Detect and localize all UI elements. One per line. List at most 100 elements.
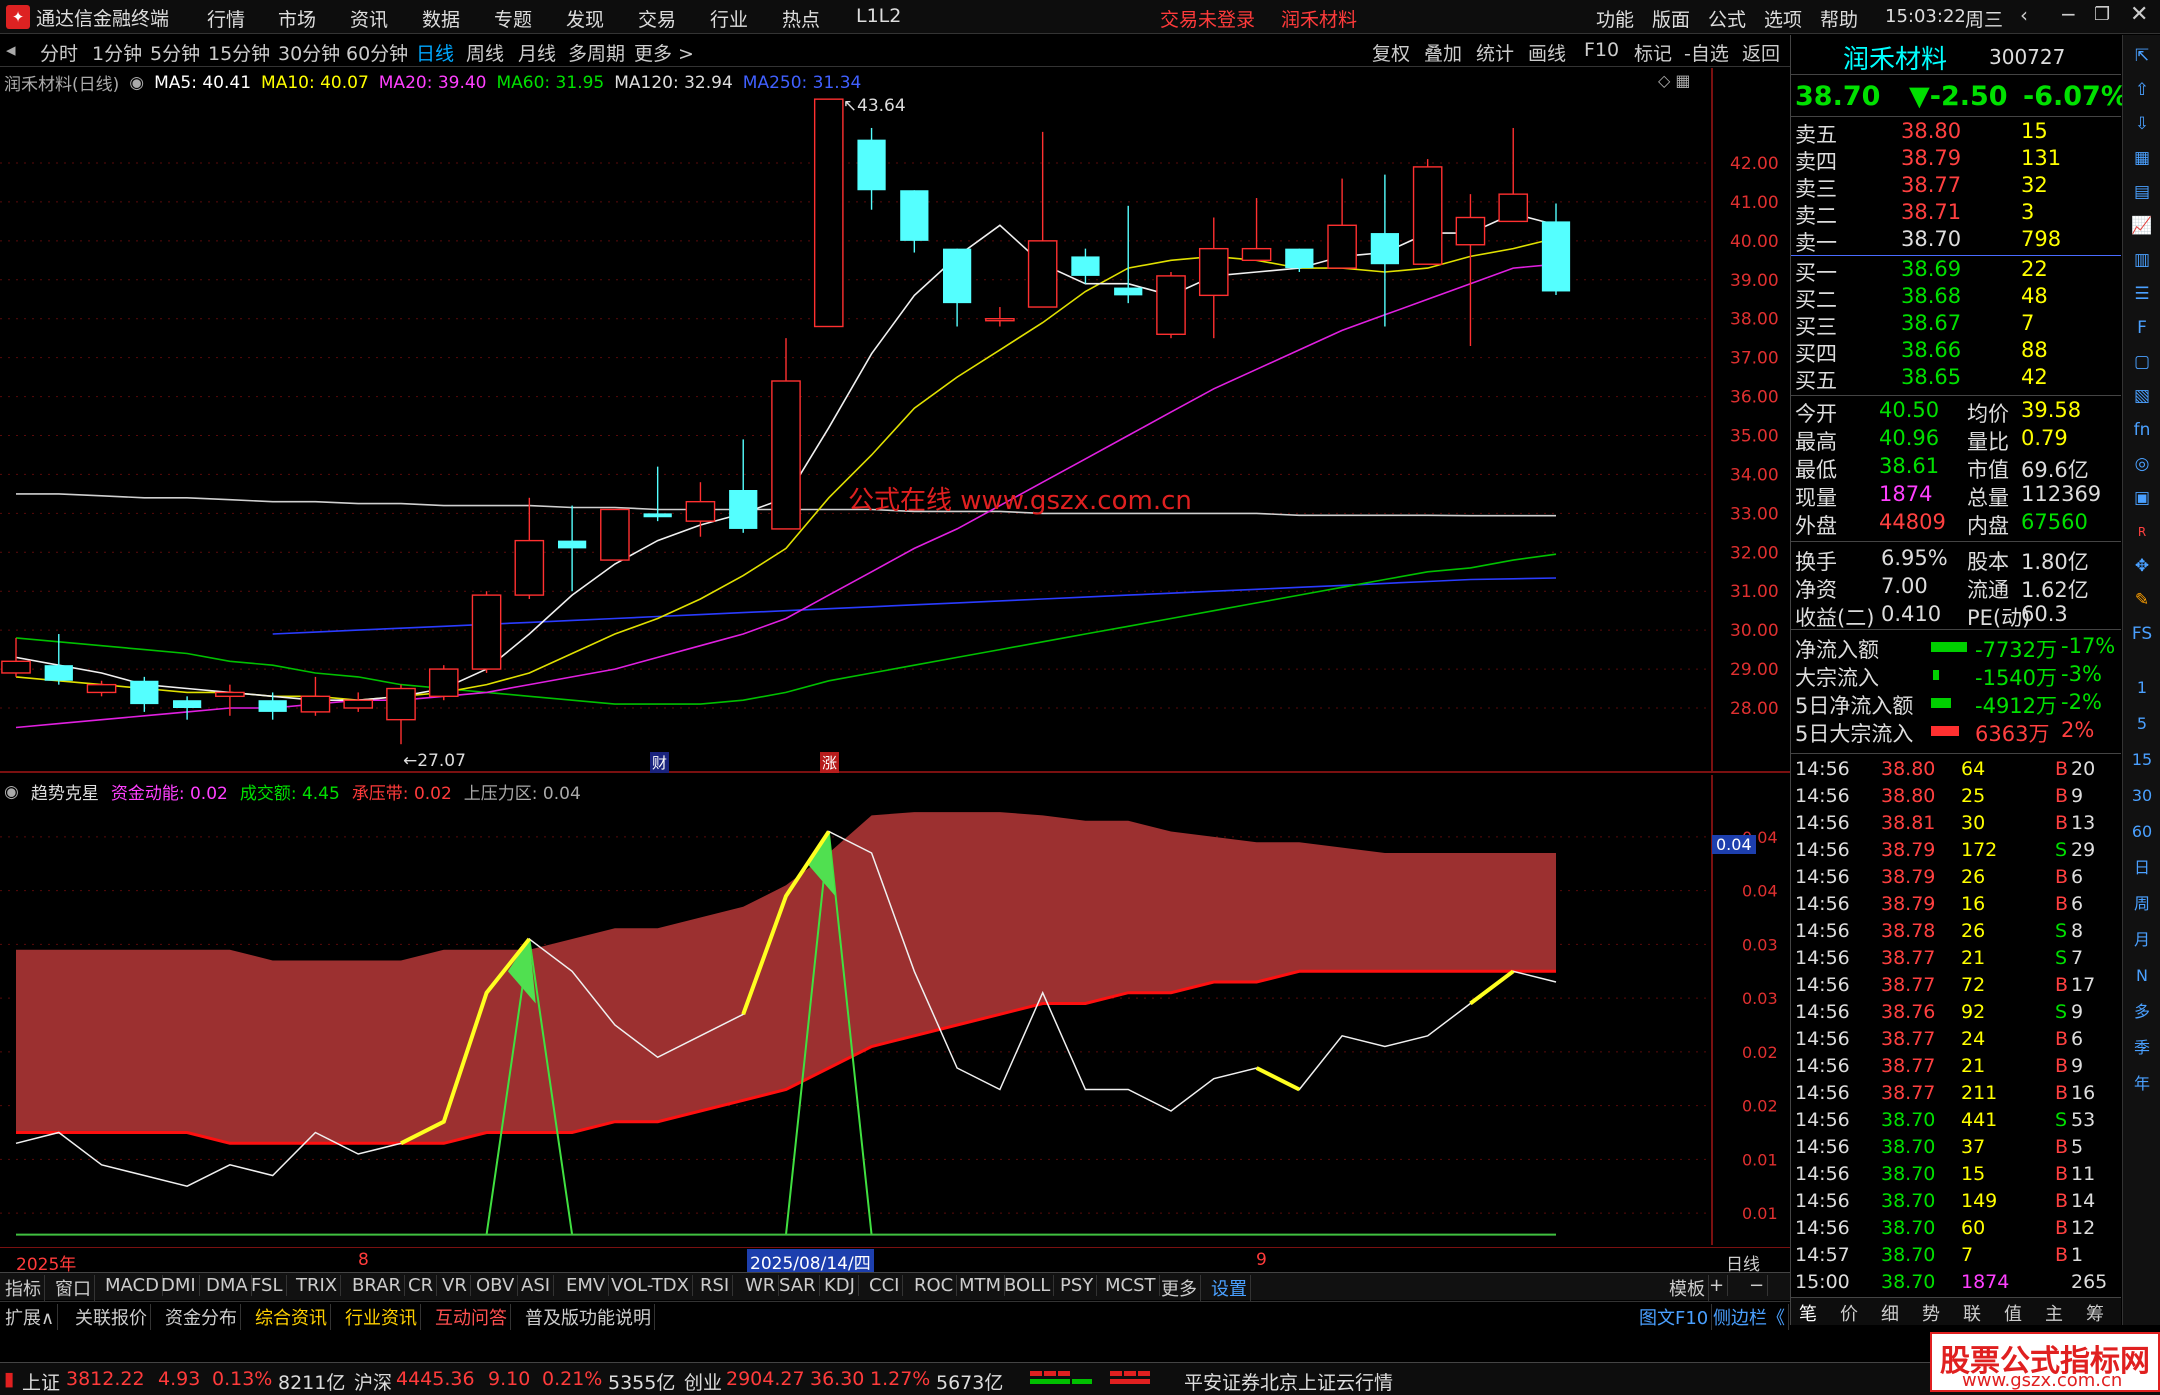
info-tab[interactable]: 扩展∧ <box>2 1304 59 1330</box>
btn-remove-watch[interactable]: -自选 <box>1684 39 1729 66</box>
period-weekly[interactable]: 周线 <box>466 39 504 66</box>
quote-tab[interactable]: 主 <box>2045 1300 2063 1326</box>
menu-l1l2[interactable]: L1L2 <box>856 5 901 27</box>
trade-login-status[interactable]: 交易未登录 <box>1160 5 1255 32</box>
quote-tab[interactable]: 价 <box>1840 1300 1858 1326</box>
indicator-tab[interactable]: TRIX <box>293 1275 342 1296</box>
collapse-icon[interactable]: ◂ <box>6 39 16 61</box>
candlestick-chart[interactable]: 42.00 41.00 40.00 39.00 38.00 37.00 36.00 35.00… <box>0 68 1790 773</box>
period-more[interactable]: 更多 > <box>634 39 694 66</box>
btn-adjust[interactable]: 复权 <box>1372 39 1410 66</box>
indicator-tab[interactable]: ASI <box>518 1275 555 1296</box>
indicator-tab[interactable]: EMV <box>563 1275 610 1296</box>
indicator-tab[interactable]: ROC <box>911 1275 958 1296</box>
menu-hot[interactable]: 热点 <box>782 5 820 32</box>
sidebar-period-5[interactable]: 日 <box>2129 855 2155 881</box>
sidebar-period-2[interactable]: 15 <box>2129 747 2155 773</box>
sidebar-period-3[interactable]: 30 <box>2129 783 2155 809</box>
period-1min[interactable]: 1分钟 <box>92 39 142 66</box>
candle-icon[interactable]: ▥ <box>2129 247 2155 273</box>
indicator-tab[interactable]: CR <box>405 1275 438 1296</box>
report-icon[interactable]: ▧ <box>2129 383 2155 409</box>
list-icon[interactable]: ☰ <box>2129 281 2155 307</box>
event-tag-finance[interactable]: 财 <box>650 752 670 773</box>
chart-icon[interactable]: 📈 <box>2129 213 2155 239</box>
indicator-tab[interactable]: 窗口 <box>52 1275 95 1301</box>
menu-data[interactable]: 数据 <box>422 5 460 32</box>
quote-tab[interactable]: 联 <box>1963 1300 1981 1326</box>
sidebar-period-6[interactable]: 周 <box>2129 891 2155 917</box>
info-tab[interactable]: 侧边栏《 <box>1710 1304 1789 1330</box>
info-tab[interactable]: 关联报价 <box>72 1304 151 1330</box>
minimize-icon[interactable]: − <box>2060 2 2077 26</box>
menu-news[interactable]: 资讯 <box>350 5 388 32</box>
indicator-tab[interactable]: DMA <box>203 1275 252 1296</box>
btn-f10[interactable]: F10 <box>1584 39 1619 61</box>
indicator-tab[interactable]: 模板 <box>1666 1275 1709 1301</box>
quote-tab[interactable]: 筹 <box>2086 1300 2104 1326</box>
event-tag-limitup[interactable]: 涨 <box>820 752 840 773</box>
btn-mark[interactable]: 标记 <box>1634 39 1672 66</box>
tick-list[interactable]: 14:56 38.80 64 B 20 14:56 38.80 25 B 9 14:56 38.81 3… <box>1791 753 2121 1295</box>
menu-options[interactable]: 选项 <box>1764 5 1802 32</box>
indicator-tab[interactable]: − <box>1746 1275 1769 1296</box>
quote-tab[interactable]: 笔 <box>1799 1300 1817 1326</box>
menu-discover[interactable]: 发现 <box>566 5 604 32</box>
period-60min[interactable]: 60分钟 <box>346 39 408 66</box>
btn-overlay[interactable]: 叠加 <box>1424 39 1462 66</box>
quote-tab[interactable]: 势 <box>1922 1300 1940 1326</box>
menu-trade[interactable]: 交易 <box>638 5 676 32</box>
sidebar-period-11[interactable]: 年 <box>2129 1071 2155 1097</box>
move-icon[interactable]: ✥ <box>2129 553 2155 579</box>
info-tab[interactable]: 资金分布 <box>162 1304 241 1330</box>
sidebar-period-8[interactable]: N <box>2129 963 2155 989</box>
menu-help[interactable]: 帮助 <box>1820 5 1858 32</box>
indicator-tab[interactable]: 设置 <box>1208 1275 1251 1301</box>
period-30min[interactable]: 30分钟 <box>278 39 340 66</box>
indicator-tab[interactable]: DMI <box>158 1275 200 1296</box>
hs-label[interactable]: 沪深 <box>354 1368 392 1395</box>
indicator-tab[interactable]: 指标 <box>2 1275 45 1301</box>
indicator-tab[interactable]: CCI <box>866 1275 904 1296</box>
indicator-tab[interactable]: FSL <box>248 1275 287 1296</box>
menu-market[interactable]: 市场 <box>278 5 316 32</box>
back-icon[interactable]: ‹ <box>2020 3 2028 27</box>
menu-topics[interactable]: 专题 <box>494 5 532 32</box>
trend-indicator-chart[interactable]: 0.04 0.04 0.03 0.03 0.02 0.02 0.01 0.01 <box>0 775 1790 1245</box>
down-arrow-icon[interactable]: ⇩ <box>2129 111 2155 137</box>
menu-formula[interactable]: 公式 <box>1708 5 1746 32</box>
period-multi[interactable]: 多周期 <box>568 39 625 66</box>
info-tab[interactable]: 普及版功能说明 <box>522 1304 655 1330</box>
period-5min[interactable]: 5分钟 <box>150 39 200 66</box>
ticker-icon[interactable]: ▣ <box>2129 485 2155 511</box>
sidebar-period-9[interactable]: 多 <box>2129 999 2155 1025</box>
close-icon[interactable]: ✕ <box>2130 2 2148 27</box>
sidebar-period-7[interactable]: 月 <box>2129 927 2155 953</box>
indicator-tab[interactable]: SAR <box>776 1275 820 1296</box>
sh-label[interactable]: 上证 <box>22 1368 60 1395</box>
indicator-tab[interactable]: VR <box>439 1275 471 1296</box>
indicator-tab[interactable]: MCST <box>1102 1275 1160 1296</box>
menu-function[interactable]: 功能 <box>1596 5 1634 32</box>
indicator-tab[interactable]: MACD <box>102 1275 163 1296</box>
up-arrow-icon[interactable]: ⇧ <box>2129 77 2155 103</box>
pin-icon[interactable]: ⇱ <box>2129 43 2155 69</box>
fn-icon[interactable]: fn <box>2129 417 2155 443</box>
info-tab[interactable]: 综合资讯 <box>252 1304 331 1330</box>
sub-legend-icon[interactable]: ◉ <box>4 782 19 802</box>
chart-options-icon[interactable]: ◇ ▦ <box>1658 71 1691 90</box>
indicator-tab[interactable]: MTM <box>956 1275 1006 1296</box>
main-chart-panel[interactable]: 42.00 41.00 40.00 39.00 38.00 37.00 36.00 35.00… <box>0 68 1790 773</box>
pen-icon[interactable]: ✎ <box>2129 587 2155 613</box>
indicator-chart-panel[interactable]: 0.04 0.04 0.03 0.03 0.02 0.02 0.01 0.01 ◉ 趋势克星 … <box>0 775 1790 1245</box>
circle-icon[interactable]: ◎ <box>2129 451 2155 477</box>
info-tab[interactable]: 行业资讯 <box>342 1304 421 1330</box>
menu-layout[interactable]: 版面 <box>1652 5 1690 32</box>
indicator-tab[interactable]: 更多 <box>1158 1275 1201 1301</box>
sidebar-period-4[interactable]: 60 <box>2129 819 2155 845</box>
period-15min[interactable]: 15分钟 <box>208 39 270 66</box>
indicator-tab[interactable]: VOL-TDX <box>608 1275 693 1296</box>
quote-tab[interactable]: 细 <box>1881 1300 1899 1326</box>
btn-return[interactable]: 返回 <box>1742 39 1780 66</box>
legend-dropdown-icon[interactable]: ◉ <box>129 73 144 93</box>
